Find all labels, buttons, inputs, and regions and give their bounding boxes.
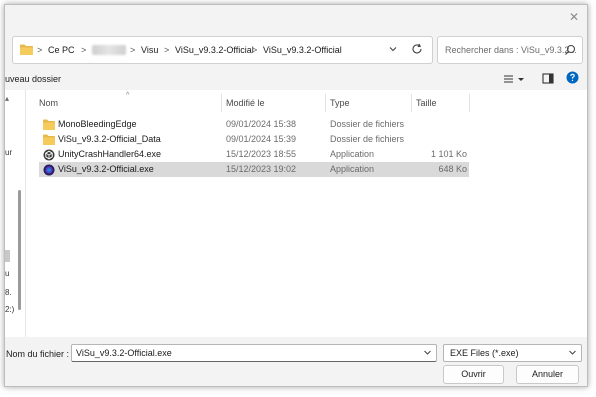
file-name: MonoBleedingEdge: [58, 119, 137, 129]
breadcrumb-visu[interactable]: Visu: [141, 37, 158, 63]
file-modified: 09/01/2024 15:38: [226, 119, 297, 129]
chevron-down-icon[interactable]: [388, 44, 398, 56]
filename-value[interactable]: ViSu_v9.3.2-Official.exe: [76, 345, 172, 361]
nav-scroll-knob[interactable]: [5, 250, 10, 262]
file-name: UnityCrashHandler64.exe: [58, 149, 162, 159]
file-type-filter[interactable]: EXE Files (*.exe): [443, 344, 582, 362]
filename-label: Nom du fichier :: [6, 349, 70, 359]
file-name: ViSu_v9.3.2-Official_Data: [58, 134, 161, 144]
file-type: Application: [330, 164, 375, 174]
column-divider[interactable]: [469, 94, 470, 112]
file-modified: 09/01/2024 15:39: [226, 134, 297, 144]
file-type: Dossier de fichiers: [330, 134, 405, 144]
breadcrumb-separator: >: [130, 45, 136, 55]
command-bar: uveau dossier: [5, 69, 587, 89]
file-type: Application: [330, 149, 375, 159]
open-button[interactable]: Ouvrir: [443, 365, 504, 384]
nav-item-fragment[interactable]: 8.: [5, 288, 12, 297]
file-row[interactable]: UnityCrashHandler64.exe 15/12/2023 18:55…: [39, 147, 469, 162]
navigation-pane[interactable]: ▴ ur u 8. 2:): [5, 90, 26, 337]
file-row[interactable]: MonoBleedingEdge 09/01/2024 15:38 Dossie…: [39, 117, 469, 132]
help-icon[interactable]: [566, 71, 579, 85]
view-options-icon[interactable]: [503, 72, 525, 86]
chevron-down-icon[interactable]: [568, 348, 577, 357]
cancel-button[interactable]: Annuler: [516, 365, 579, 384]
breadcrumb-separator: >: [164, 45, 170, 55]
nav-item-fragment[interactable]: u: [5, 269, 9, 278]
column-divider[interactable]: [411, 94, 412, 112]
column-divider[interactable]: [325, 94, 326, 112]
folder-icon: [43, 134, 55, 145]
breadcrumb-this-pc[interactable]: Ce PC: [48, 37, 75, 63]
nav-item-fragment[interactable]: 2:): [5, 305, 14, 314]
filter-value[interactable]: EXE Files (*.exe): [450, 345, 519, 361]
close-icon[interactable]: ✕: [567, 10, 581, 24]
search-box[interactable]: Rechercher dans : ViSu_v9.3.2...: [437, 36, 583, 64]
nav-scrollbar[interactable]: [18, 190, 21, 310]
breadcrumb-separator: >: [37, 45, 43, 55]
column-header-name[interactable]: Nom: [39, 94, 58, 112]
preview-pane-icon[interactable]: [542, 72, 554, 86]
folder-icon: [20, 44, 33, 57]
breadcrumb-separator: >: [81, 45, 87, 55]
redacted-breadcrumb: [92, 45, 126, 55]
address-bar[interactable]: > Ce PC > > Visu > ViSu_v9.3.2-Official …: [12, 36, 433, 64]
file-type: Dossier de fichiers: [330, 119, 405, 129]
file-row-selected[interactable]: ViSu_v9.3.2-Official.exe 15/12/2023 19:0…: [39, 162, 469, 177]
breadcrumb-visu-official-parent[interactable]: ViSu_v9.3.2-Official: [175, 37, 254, 63]
file-row[interactable]: ViSu_v9.3.2-Official_Data 09/01/2024 15:…: [39, 132, 469, 147]
search-input[interactable]: Rechercher dans : ViSu_v9.3.2...: [445, 37, 577, 63]
visu-app-icon: [43, 164, 55, 176]
folder-icon: [43, 119, 55, 130]
file-name: ViSu_v9.3.2-Official.exe: [58, 164, 154, 174]
scroll-up-icon[interactable]: ▴: [5, 94, 9, 103]
column-header-type[interactable]: Type: [330, 94, 350, 112]
nav-item-fragment[interactable]: ur: [5, 148, 12, 157]
file-size: 648 Ko: [438, 164, 467, 174]
filename-field[interactable]: ViSu_v9.3.2-Official.exe: [71, 344, 437, 362]
search-icon[interactable]: [564, 44, 576, 56]
column-header-modified[interactable]: Modifié le: [226, 94, 265, 112]
file-browser: ▴ ur u 8. 2:) ^ Nom Modifié le Type Tail…: [5, 90, 587, 337]
column-header-size[interactable]: Taille: [416, 94, 437, 112]
refresh-icon[interactable]: [411, 43, 423, 57]
new-folder-button[interactable]: uveau dossier: [5, 69, 61, 89]
file-size: 1 101 Ko: [430, 149, 467, 159]
file-modified: 15/12/2023 18:55: [226, 149, 297, 159]
column-divider[interactable]: [221, 94, 222, 112]
dialog-footer: Nom du fichier : ViSu_v9.3.2-Official.ex…: [5, 338, 587, 386]
unity-icon: [43, 149, 55, 161]
breadcrumb-separator: >: [252, 45, 258, 55]
chevron-down-icon[interactable]: [423, 348, 432, 357]
sort-ascending-icon: ^: [126, 92, 130, 99]
file-modified: 15/12/2023 19:02: [226, 164, 297, 174]
open-file-dialog: ✕ > Ce PC > > Visu > ViSu_v9.3.2-Officia…: [4, 4, 588, 387]
breadcrumb-visu-official-current[interactable]: ViSu_v9.3.2-Official: [263, 37, 342, 63]
